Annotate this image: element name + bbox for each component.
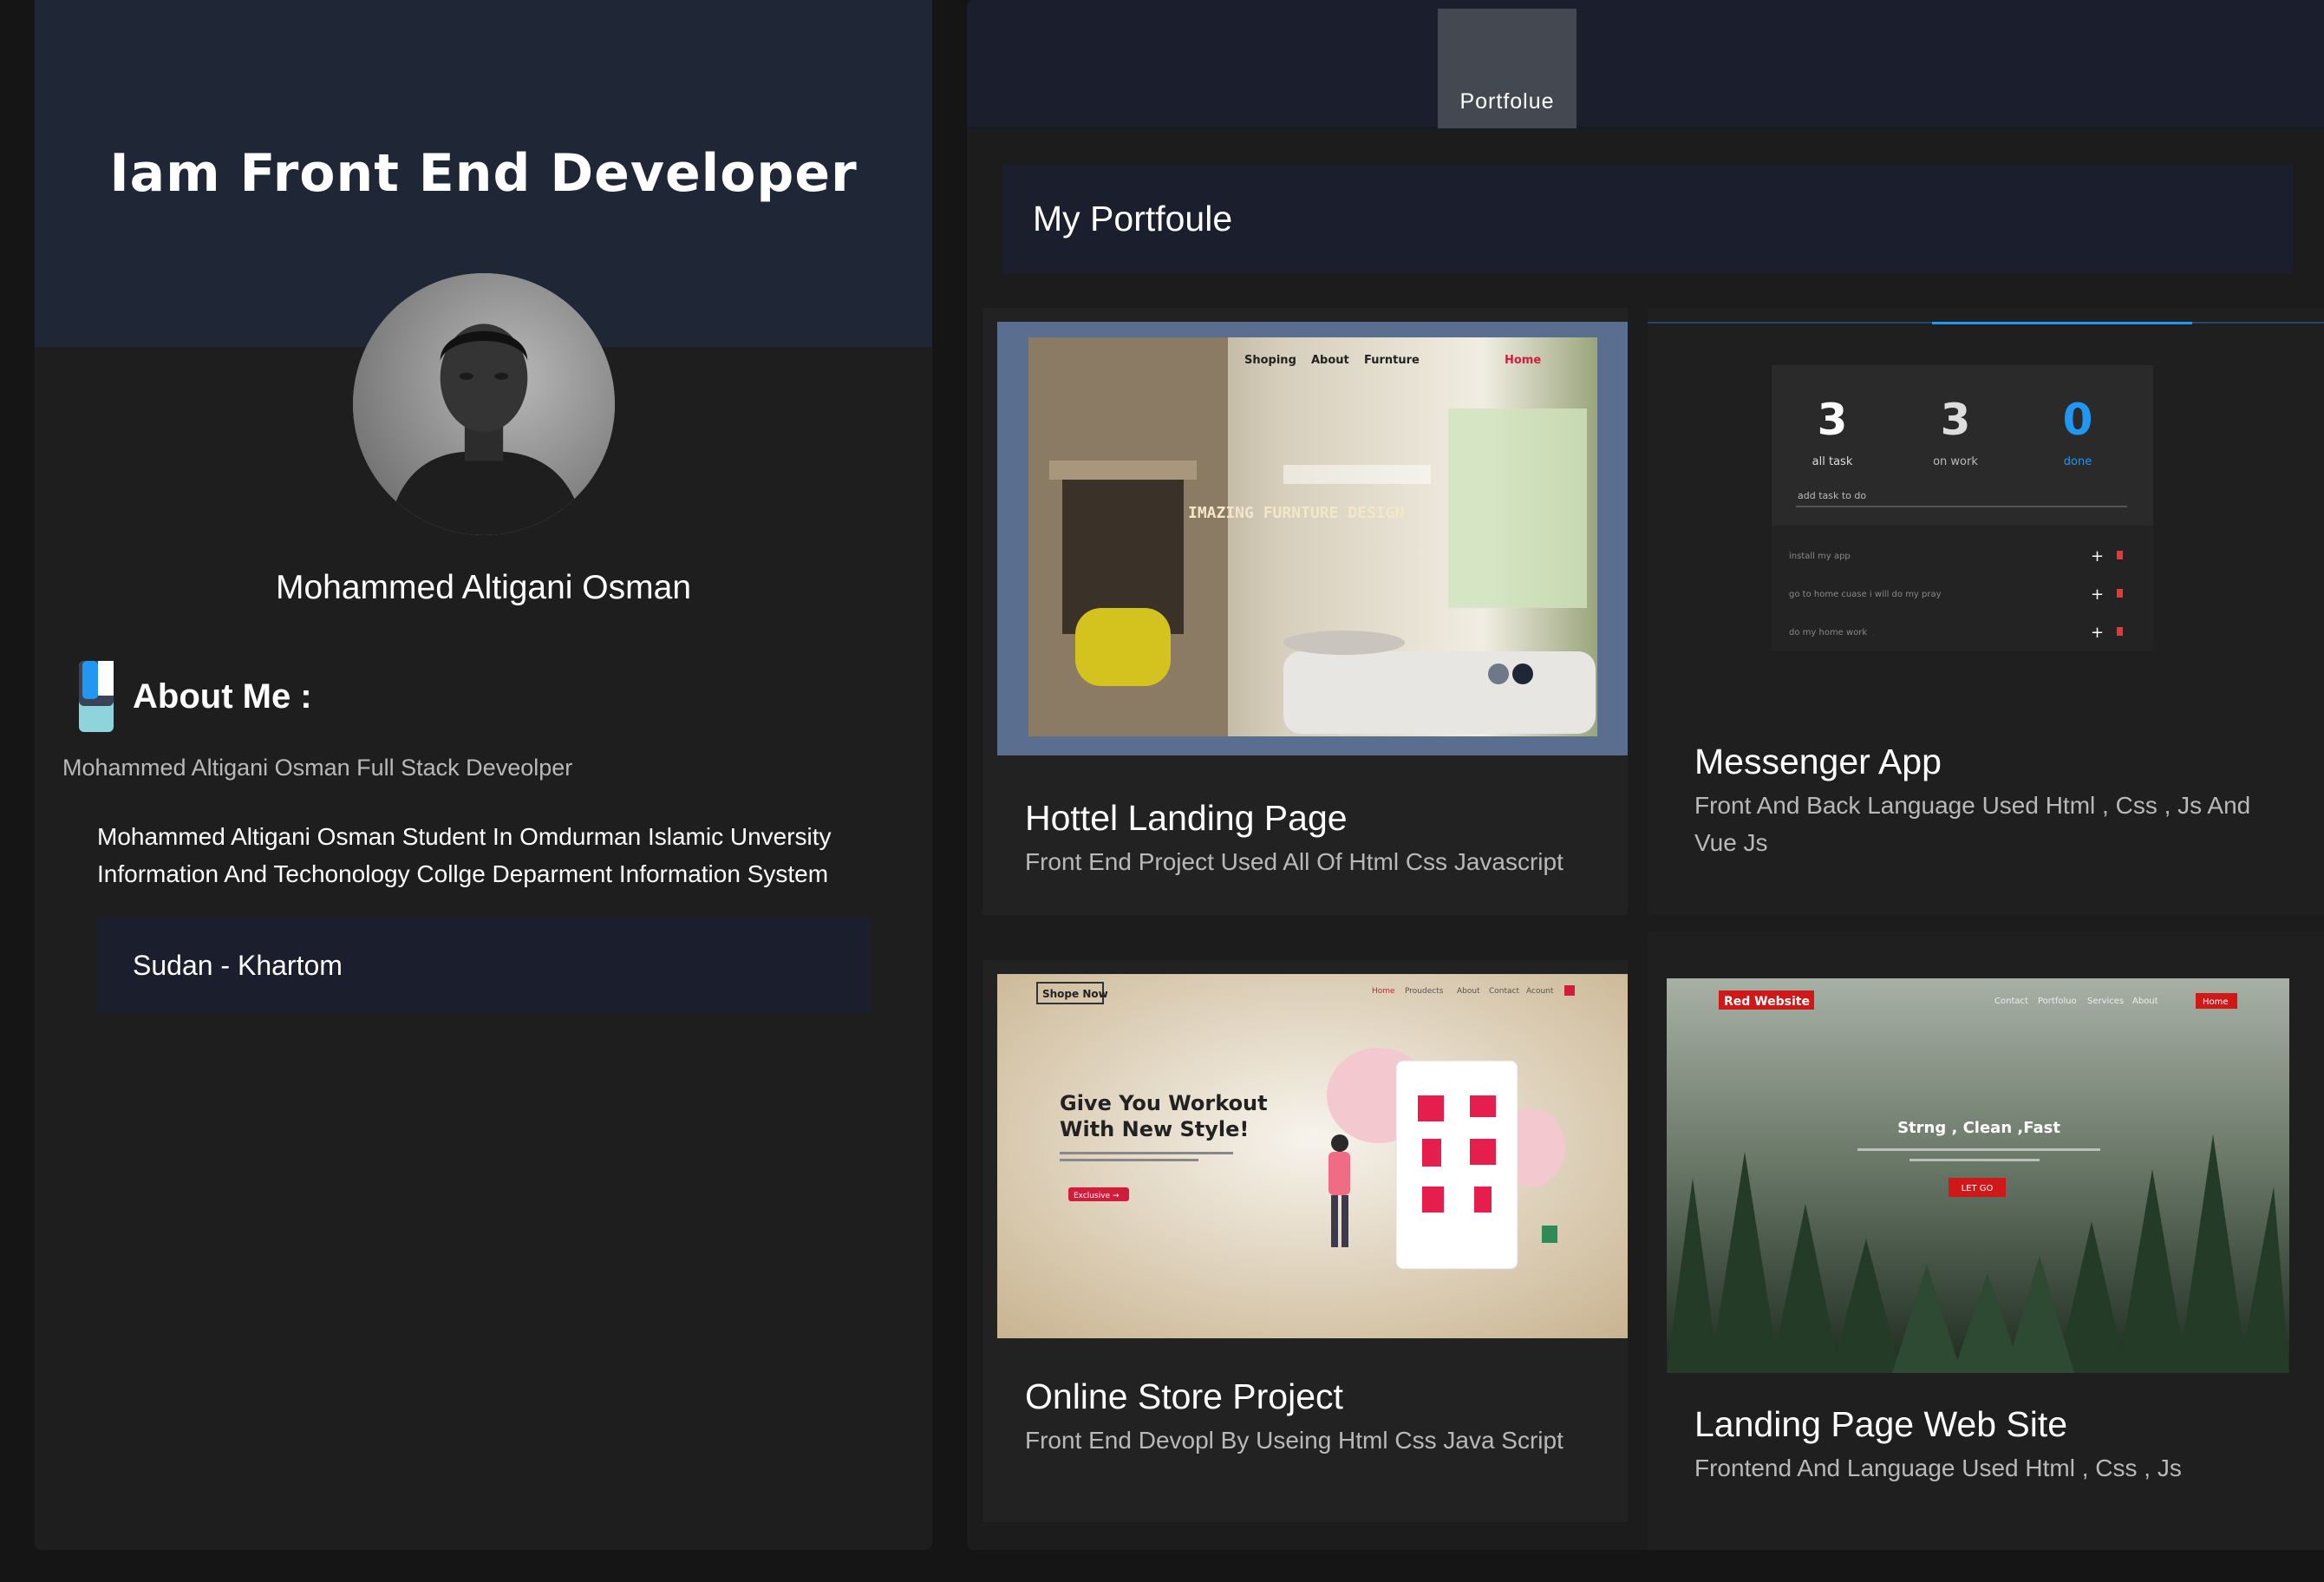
project-thumbnail-landing[interactable]: Red Website Contact Portfoluo Services A…: [1667, 978, 2289, 1373]
landing-nav-contact: Contact: [1994, 997, 2028, 1006]
task-1-delete-icon: [2117, 551, 2123, 559]
task-2: go to home cuase i will do my pray: [1789, 590, 1942, 599]
project-thumbnail-messenger[interactable]: 3 all task 3 on work 0 done add task to …: [1772, 365, 2153, 651]
store-nav-about: About: [1457, 987, 1480, 996]
project-title[interactable]: Online Store Project: [1025, 1376, 1343, 1417]
task-3: do my home work: [1789, 628, 1867, 637]
task-1: install my app: [1789, 552, 1851, 561]
task-2-delete-icon: [2117, 589, 2123, 598]
landing-logo: Red Website: [1724, 995, 1810, 1009]
project-description: Front End Devopl By Useing Html Css Java…: [1025, 1427, 1563, 1454]
profile-panel: Iam Front End Developer Mohammed Altigan…: [35, 0, 932, 1550]
project-title[interactable]: Hottel Landing Page: [1025, 798, 1348, 839]
portfolio-panel: Portfolue My Portfoule Shoping About Fur…: [967, 0, 2324, 1550]
about-description: Mohammed Altigani Osman Student In Omdur…: [97, 823, 832, 887]
store-nav-home: Home: [1372, 987, 1395, 996]
stat-all-label: all task: [1812, 455, 1853, 468]
store-nav-contact: Contact: [1489, 987, 1519, 996]
store-hero-button: Exclusive →: [1074, 1192, 1120, 1200]
project-card-landing[interactable]: Red Website Contact Portfoluo Services A…: [1648, 932, 2324, 1550]
hotel-nav-shoping: Shoping: [1244, 354, 1296, 367]
hotel-nav-furnture: Furnture: [1364, 354, 1420, 367]
stat-done-value: 0: [2063, 395, 2093, 445]
stat-work-label: on work: [1933, 455, 1978, 468]
location-box: Sudan - Khartom: [97, 918, 871, 1013]
project-card-store[interactable]: Shope Now Home Proudects About Contact A…: [982, 960, 1628, 1522]
about-heading: About Me :: [79, 661, 312, 732]
messenger-progress: [1932, 322, 2192, 324]
project-description: Front And Back Language Used Html , Css …: [1694, 792, 2251, 856]
hotel-nav-about: About: [1311, 354, 1349, 367]
landing-nav-home: Home: [2203, 997, 2229, 1007]
landing-hero-text: Strng , Clean ,Fast: [1897, 1119, 2060, 1137]
project-description: Front End Project Used All Of Html Css J…: [1025, 848, 1563, 875]
top-nav: Portfolue: [967, 0, 2324, 128]
landing-nav-about: About: [2132, 997, 2158, 1006]
section-title-text: My Portfoule: [1033, 199, 1233, 239]
stat-all-value: 3: [1818, 395, 1848, 445]
hotel-hero-text: IMAZING FURNTURE DESIGN: [1188, 504, 1404, 522]
profile-photo: [353, 273, 615, 535]
store-nav-account: Acount: [1526, 987, 1554, 996]
about-title: About Me :: [133, 677, 312, 716]
hotel-next-icon: [1512, 664, 1533, 684]
store-cart-icon: [1564, 985, 1575, 996]
hotel-nav-home: Home: [1505, 354, 1541, 367]
about-icon: [79, 661, 114, 732]
task-input-placeholder: add task to do: [1798, 490, 1866, 501]
headline: Iam Front End Developer: [109, 143, 858, 204]
landing-nav-portfolio: Portfoluo: [2038, 997, 2077, 1006]
store-hero-line1: Give You Workout: [1060, 1091, 1268, 1115]
project-description: Frontend And Language Used Html , Css , …: [1694, 1455, 2182, 1481]
store-hero-line2: With New Style!: [1060, 1117, 1249, 1141]
task-1-add-icon: +: [2091, 547, 2104, 565]
task-3-add-icon: +: [2091, 624, 2104, 642]
profile-name: Mohammed Altigani Osman: [275, 569, 692, 606]
project-title[interactable]: Messenger App: [1694, 742, 1942, 782]
project-title[interactable]: Landing Page Web Site: [1694, 1404, 2067, 1445]
stat-work-value: 3: [1941, 395, 1971, 445]
tab-label: Portfolue: [1459, 89, 1555, 114]
landing-nav-services: Services: [2087, 997, 2124, 1006]
store-logo: Shope Now: [1042, 988, 1108, 1000]
project-thumbnail-store[interactable]: Shope Now Home Proudects About Contact A…: [997, 974, 1628, 1338]
project-thumbnail-hotel[interactable]: Shoping About Furnture Home IMAZING FURN…: [997, 322, 1628, 755]
task-2-add-icon: +: [2091, 585, 2104, 604]
stat-done-label: done: [2064, 455, 2092, 468]
tab-portfolio[interactable]: Portfolue: [1438, 9, 1577, 128]
landing-hero-button: LET GO: [1962, 1184, 1994, 1193]
project-card-messenger[interactable]: 3 all task 3 on work 0 done add task to …: [1648, 308, 2324, 915]
about-subtitle: Mohammed Altigani Osman Full Stack Deveo…: [62, 755, 573, 781]
hotel-prev-icon: [1488, 664, 1509, 684]
location-text: Sudan - Khartom: [133, 949, 343, 981]
task-3-delete-icon: [2117, 627, 2123, 636]
project-card-hotel[interactable]: Shoping About Furnture Home IMAZING FURN…: [982, 308, 1628, 915]
avatar: [353, 273, 615, 535]
section-title: My Portfoule: [1002, 165, 2293, 273]
store-nav-products: Proudects: [1405, 987, 1444, 996]
